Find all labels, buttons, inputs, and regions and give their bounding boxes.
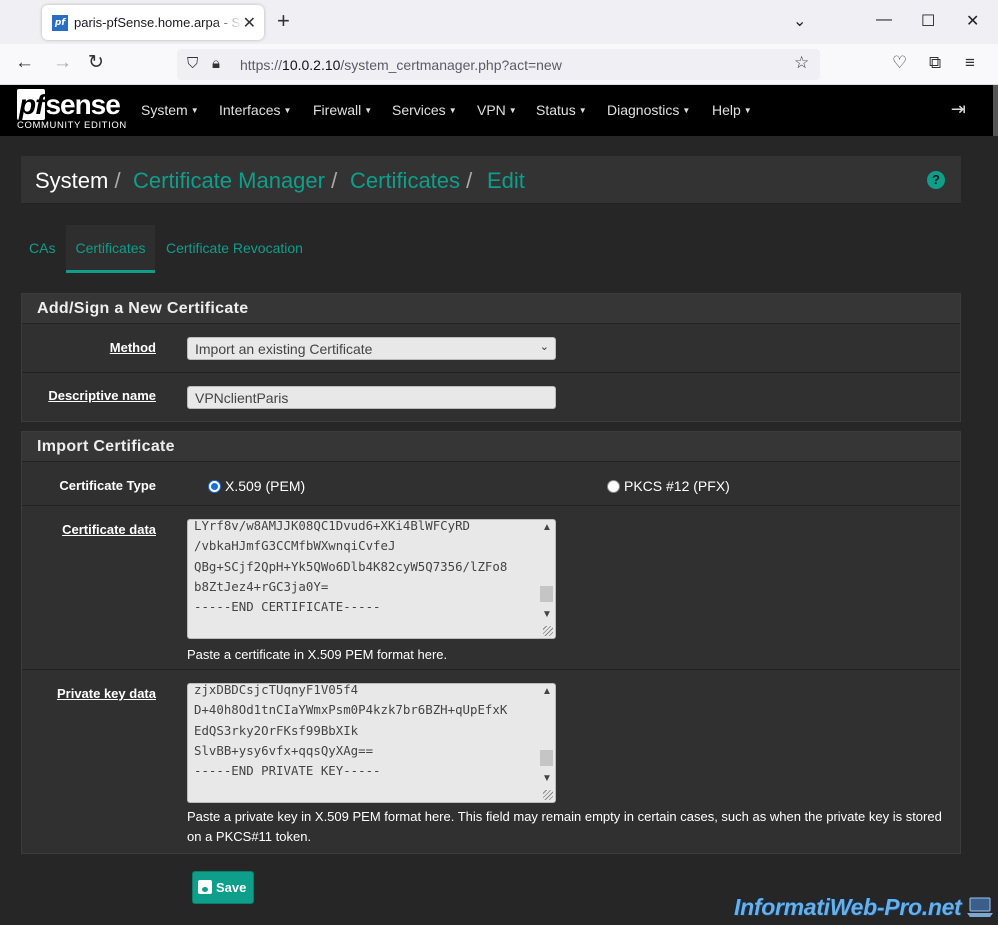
tab-certificate-revocation[interactable]: Certificate Revocation: [166, 225, 303, 273]
key-data-row: Private key data zjxDBDCsjcTUqnyF1V05f4 D…: [22, 670, 960, 854]
cert-help-text: Paste a certificate in X.509 PEM format …: [187, 647, 448, 662]
descr-label[interactable]: Descriptive name: [48, 388, 156, 403]
caret-down-icon: ▼: [448, 106, 457, 115]
browser-tab[interactable]: pf paris-pfSense.home.arpa - System ✕: [42, 5, 264, 40]
maximize-icon[interactable]: ☐: [921, 11, 935, 31]
floppy-disk-icon: [198, 880, 212, 894]
caret-down-icon: ▼: [364, 106, 373, 115]
lock-icon[interactable]: 🔒︎: [212, 55, 220, 72]
menu-diagnostics[interactable]: Diagnostics ▼: [607, 102, 690, 118]
page-content: System / Certificate Manager / Certifica…: [0, 136, 998, 925]
breadcrumb-edit[interactable]: Edit: [487, 168, 525, 193]
menu-hamburger-icon[interactable]: ≡: [965, 53, 975, 73]
cert-type-row: Certificate Type X.509 (PEM) PKCS #12 (P…: [22, 462, 960, 506]
chevron-down-icon: ⌄: [539, 341, 549, 353]
radio-x509[interactable]: X.509 (PEM): [208, 478, 305, 494]
textarea-scrollbar[interactable]: ▲ ▼: [538, 684, 555, 802]
arrow-down-icon: ▼: [542, 773, 552, 784]
arrow-up-icon: ▲: [542, 686, 552, 697]
bookmark-star-icon[interactable]: ☆: [794, 53, 809, 73]
key-data-label[interactable]: Private key data: [57, 686, 156, 701]
import-certificate-panel: Import Certificate Certificate Type X.50…: [21, 431, 961, 854]
caret-down-icon: ▼: [578, 106, 587, 115]
minimize-icon[interactable]: —: [876, 11, 892, 29]
menu-vpn[interactable]: VPN ▼: [477, 102, 517, 118]
key-data-textarea[interactable]: zjxDBDCsjcTUqnyF1V05f4 D+40h8Od1tnCIaYWmx…: [187, 683, 556, 803]
shield-icon[interactable]: ⛉: [187, 55, 198, 72]
textarea-scrollbar[interactable]: ▲ ▼: [538, 520, 555, 638]
window-close-icon[interactable]: ✕: [966, 11, 979, 31]
method-label[interactable]: Method: [110, 340, 156, 355]
tab-list-chevron-icon[interactable]: ⌄: [793, 11, 806, 31]
address-bar[interactable]: ⛉ 🔒︎ https://10.0.2.10/system_certmanage…: [177, 49, 820, 80]
resize-grip-icon[interactable]: [543, 626, 553, 636]
reload-icon[interactable]: ↻: [88, 52, 104, 74]
caret-down-icon: ▼: [283, 106, 292, 115]
descr-row: Descriptive name VPNclientParis: [22, 373, 960, 422]
new-tab-icon[interactable]: +: [277, 10, 290, 32]
panel-title: Import Certificate: [22, 432, 960, 462]
help-icon[interactable]: ?: [927, 171, 945, 189]
caret-down-icon: ▼: [682, 106, 691, 115]
radio-pkcs12[interactable]: PKCS #12 (PFX): [607, 478, 730, 494]
watermark-text: InformatiWeb-Pro.net: [734, 894, 962, 920]
browser-toolbar: ← → ↻ ⛉ 🔒︎ https://10.0.2.10/system_cert…: [0, 44, 998, 85]
method-row: Method Import an existing Certificate ⌄: [22, 324, 960, 373]
tab-certificates[interactable]: Certificates: [66, 225, 155, 273]
browser-titlebar: pf paris-pfSense.home.arpa - System ✕ + …: [0, 0, 998, 44]
menu-firewall[interactable]: Firewall ▼: [313, 102, 372, 118]
breadcrumb-root: System /: [35, 168, 121, 193]
pfsense-favicon-icon: pf: [52, 15, 68, 31]
caret-down-icon: ▼: [190, 106, 199, 115]
menu-status[interactable]: Status ▼: [536, 102, 587, 118]
menu-services[interactable]: Services ▼: [392, 102, 457, 118]
pfsense-logo[interactable]: pfsense COMMUNITY EDITION: [17, 89, 127, 131]
resize-grip-icon[interactable]: [543, 790, 553, 800]
save-button[interactable]: Save: [192, 871, 254, 904]
breadcrumb-certificate-manager[interactable]: Certificate Manager: [133, 168, 325, 193]
back-arrow-icon[interactable]: ←: [15, 52, 34, 74]
menu-interfaces[interactable]: Interfaces ▼: [219, 102, 291, 118]
pocket-icon[interactable]: ♡: [892, 53, 907, 73]
logo-edition: COMMUNITY EDITION: [17, 120, 127, 131]
extensions-icon[interactable]: ⧉: [929, 53, 941, 73]
method-select[interactable]: Import an existing Certificate ⌄: [187, 337, 556, 360]
menu-system[interactable]: System ▼: [141, 102, 199, 118]
cert-data-label[interactable]: Certificate data: [62, 522, 156, 537]
panel-title: Add/Sign a New Certificate: [22, 294, 960, 324]
cert-data-row: Certificate data LYrf8v/w8AMJJK08QC1Dvud…: [22, 506, 960, 670]
close-tab-icon[interactable]: ✕: [243, 13, 256, 33]
forward-arrow-icon[interactable]: →: [53, 52, 72, 74]
radio-unchecked-icon: [607, 480, 620, 493]
tab-title: paris-pfSense.home.arpa - System: [74, 15, 242, 30]
arrow-up-icon: ▲: [542, 522, 552, 533]
pfsense-navbar: pfsense COMMUNITY EDITION System ▼ Interf…: [0, 85, 998, 136]
breadcrumb: System / Certificate Manager / Certifica…: [21, 156, 961, 204]
arrow-down-icon: ▼: [542, 609, 552, 620]
logout-icon[interactable]: ⇥: [951, 99, 966, 120]
tab-cas[interactable]: CAs: [29, 225, 55, 273]
laptop-icon: [967, 897, 993, 917]
caret-down-icon: ▼: [508, 106, 517, 115]
caret-down-icon: ▼: [743, 106, 752, 115]
radio-checked-icon: [208, 480, 221, 493]
cert-type-label: Certificate Type: [59, 478, 156, 493]
menu-help[interactable]: Help ▼: [712, 102, 752, 118]
breadcrumb-certificates[interactable]: Certificates: [350, 168, 460, 193]
cert-data-textarea[interactable]: LYrf8v/w8AMJJK08QC1Dvud6+XKi4BlWFCyRD/vb…: [187, 519, 556, 639]
key-help-text: Paste a private key in X.509 PEM format …: [187, 809, 942, 844]
descriptive-name-input[interactable]: VPNclientParis: [187, 386, 556, 409]
add-certificate-panel: Add/Sign a New Certificate Method Import…: [21, 293, 961, 422]
url-text[interactable]: https://10.0.2.10/system_certmanager.php…: [240, 57, 562, 73]
